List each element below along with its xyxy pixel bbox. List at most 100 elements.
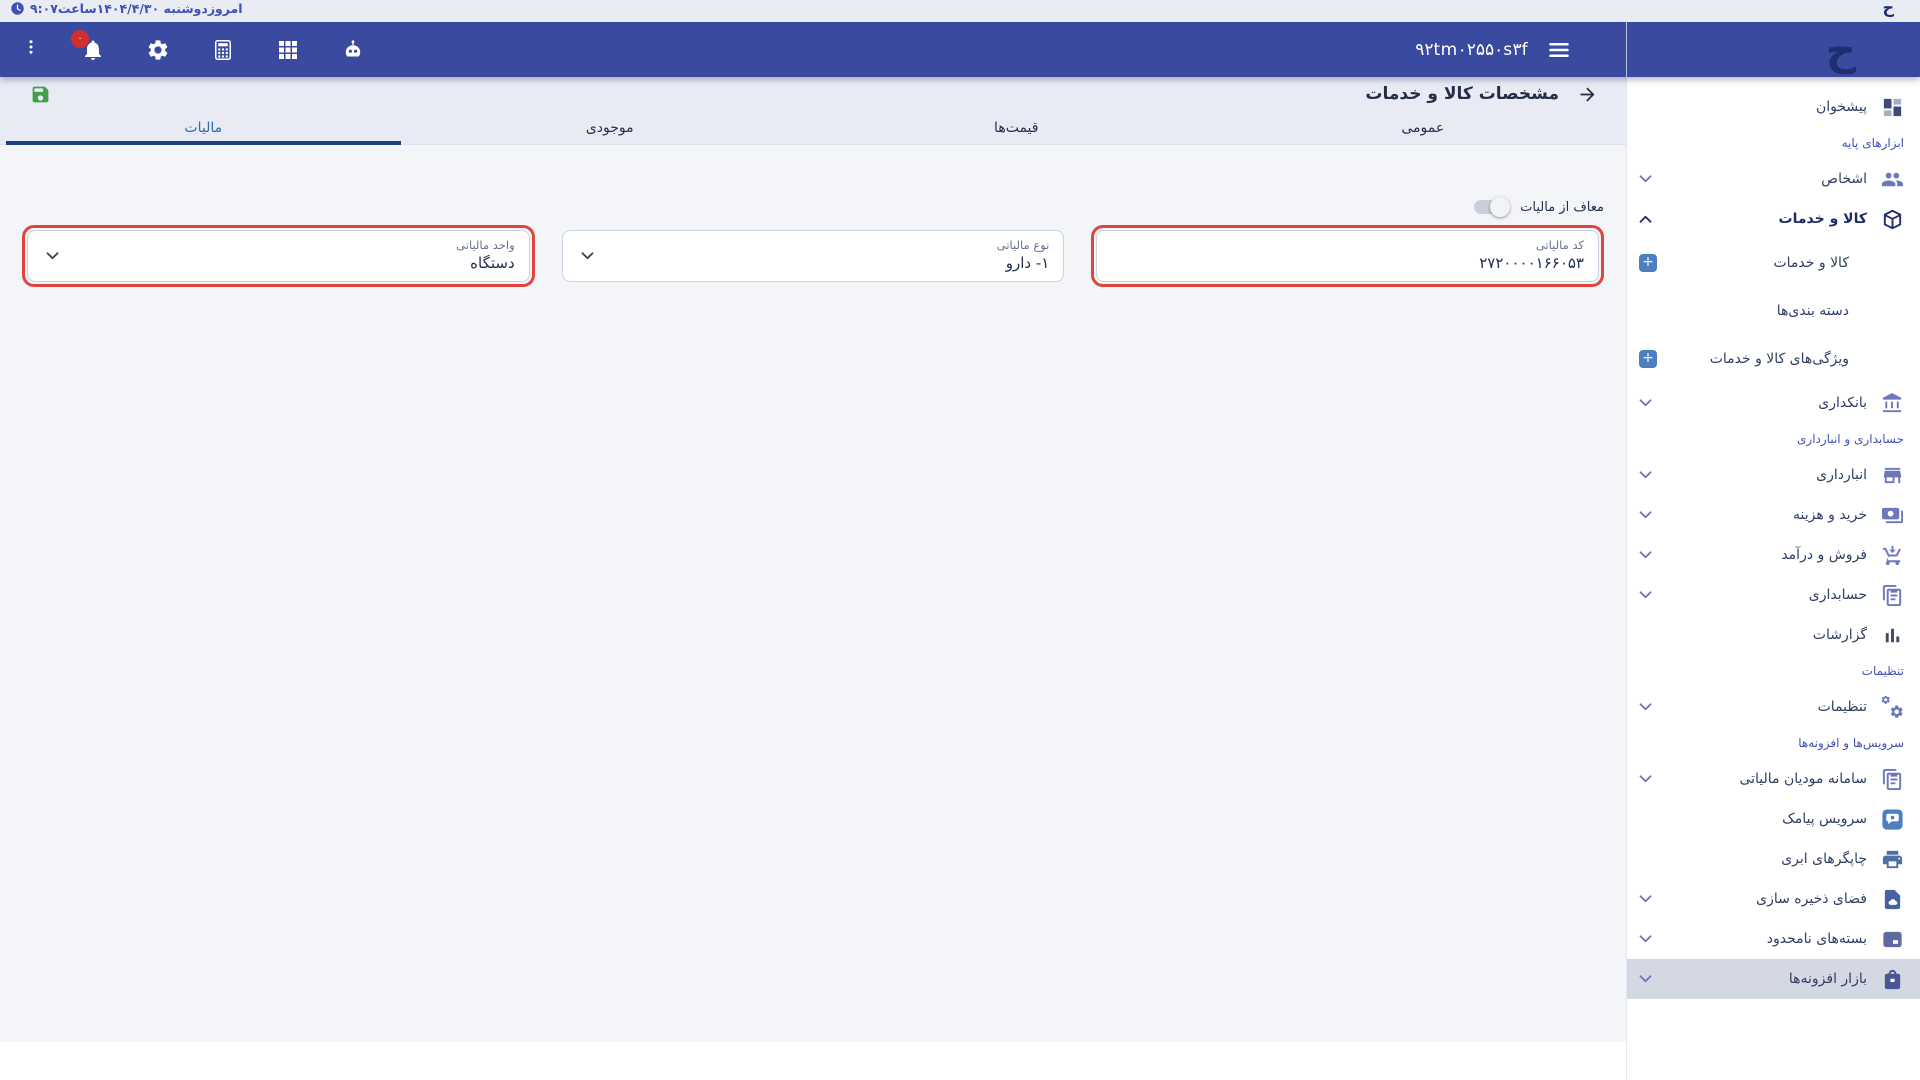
sms-icon [1881, 808, 1904, 831]
field-value: دستگاه [42, 254, 515, 272]
cart-icon [1881, 544, 1904, 567]
sidebar-item[interactable]: اشخاص [1627, 159, 1920, 199]
sidebar-item[interactable]: بازار افزونه‌ها [1627, 959, 1920, 999]
sidebar-item[interactable]: بسته‌های نامحدود [1627, 919, 1920, 959]
sidebar-item[interactable]: سرویس پیامک [1627, 799, 1920, 839]
quick-add-button[interactable]: + [1639, 350, 1657, 368]
quick-add-button[interactable]: + [1639, 254, 1657, 272]
settings-gear-icon[interactable] [146, 38, 170, 62]
bar-chart-icon [1881, 624, 1904, 647]
tax-tab-panel: معاف از مالیات کد مالیاتی۲۷۲۰۰۰۰۱۶۶۰۵۳نو… [0, 145, 1626, 1042]
date-text: امروزدوشنبه ۱۴۰۴/۴/۳۰ساعت۹:۰۷ [30, 1, 243, 16]
sidebar-subitem-label: کالا و خدمات [1773, 255, 1849, 271]
select-field-1[interactable]: نوع مالیاتی ۱- دارو [562, 230, 1065, 282]
sidebar-item[interactable]: کالا و خدمات [1627, 199, 1920, 239]
sidebar-item-label: سرویس پیامک [1782, 811, 1867, 827]
sidebar-item-label: بسته‌های نامحدود [1767, 931, 1867, 947]
sidebar-brand-header: ح [1626, 22, 1920, 77]
sidebar-subitem[interactable]: دسته بندی‌ها [1627, 287, 1920, 335]
sidebar-item[interactable]: فضای ذخیره سازی [1627, 879, 1920, 919]
toggle-knob [1490, 197, 1510, 217]
field-label: کد مالیاتی [1111, 238, 1584, 252]
save-button[interactable] [30, 84, 51, 105]
status-strip: امروزدوشنبه ۱۴۰۴/۴/۳۰ساعت۹:۰۷ ح [0, 0, 1920, 22]
field-value: ۱- دارو [577, 254, 1050, 272]
sidebar-section-label: حسابداری و انبارداری [1627, 423, 1920, 455]
chevron-up-icon[interactable] [1639, 215, 1652, 223]
hamburger-menu-icon[interactable] [1546, 37, 1572, 63]
sidebar-item-label: انبارداری [1816, 467, 1867, 483]
footer-band [0, 1042, 1626, 1080]
chevron-down-icon[interactable] [1639, 551, 1652, 559]
cloud-storage-icon [1881, 888, 1904, 911]
field-label: نوع مالیاتی [577, 238, 1050, 252]
top-navbar: ح ۹۲tm۰۲۵۵۰s۳f ۰ [0, 22, 1920, 77]
notifications-bell-icon[interactable]: ۰ [81, 38, 105, 62]
tax-fields-row: کد مالیاتی۲۷۲۰۰۰۰۱۶۶۰۵۳ نوع مالیاتی ۱- دار… [16, 225, 1610, 287]
chevron-down-icon[interactable] [1639, 775, 1652, 783]
field-label: واحد مالیاتی [42, 238, 515, 252]
tax-docs-icon [1881, 768, 1904, 791]
text-field-0[interactable]: کد مالیاتی۲۷۲۰۰۰۰۱۶۶۰۵۳ [1096, 230, 1599, 282]
chevron-down-icon [46, 252, 59, 260]
clock-icon [10, 1, 25, 16]
kebab-menu-icon[interactable] [22, 38, 40, 62]
sidebar-item[interactable]: سامانه مودیان مالیاتی [1627, 759, 1920, 799]
select-field-2[interactable]: واحد مالیاتی دستگاه [27, 230, 530, 282]
sidebar-section-label: تنظیمات [1627, 655, 1920, 687]
main-content: مشخصات کالا و خدمات عمومیقیمت‌هاموجودی ما… [0, 77, 1626, 1080]
sidebar-item[interactable]: خرید و هزینه [1627, 495, 1920, 535]
tab-2[interactable]: موجودی [407, 111, 814, 144]
chevron-down-icon[interactable] [1639, 975, 1652, 983]
sidebar-item[interactable]: گزارشات [1627, 615, 1920, 655]
sidebar-item[interactable]: چاپگرهای ابری [1627, 839, 1920, 879]
chevron-down-icon[interactable] [1639, 935, 1652, 943]
store-icon [1881, 464, 1904, 487]
payments-icon [1881, 504, 1904, 527]
sidebar-item[interactable]: انبارداری [1627, 455, 1920, 495]
field-wrap: نوع مالیاتی ۱- دارو [557, 225, 1070, 287]
sidebar-item-label: پیشخوان [1816, 99, 1867, 115]
apps-grid-icon[interactable] [276, 38, 300, 62]
sidebar-item-label: خرید و هزینه [1793, 507, 1867, 523]
chevron-down-icon [581, 252, 594, 260]
content-header: مشخصات کالا و خدمات [0, 77, 1626, 111]
marketplace-icon [1881, 968, 1904, 991]
chevron-down-icon[interactable] [1639, 511, 1652, 519]
sidebar-item-label: تنظیمات [1818, 699, 1867, 715]
cube-icon [1881, 208, 1904, 231]
highlight-ring: کد مالیاتی۲۷۲۰۰۰۰۱۶۶۰۵۳ [1091, 225, 1604, 287]
back-arrow-icon[interactable] [1577, 84, 1598, 105]
page-title: مشخصات کالا و خدمات [1365, 84, 1559, 104]
sidebar-subitem[interactable]: کالا و خدمات + [1627, 239, 1920, 287]
chevron-down-icon[interactable] [1639, 399, 1652, 407]
sidebar-section-label: سرویس‌ها و افزونه‌ها [1627, 727, 1920, 759]
navbar-main: ۹۲tm۰۲۵۵۰s۳f ۰ [0, 22, 1626, 77]
sidebar-item-label: چاپگرهای ابری [1781, 851, 1867, 867]
calculator-icon[interactable] [211, 38, 235, 62]
sidebar-item-label: بانکداری [1818, 395, 1867, 411]
sidebar-item[interactable]: پیشخوان [1627, 87, 1920, 127]
people-icon [1881, 168, 1904, 191]
exempt-toggle-switch[interactable] [1472, 197, 1510, 217]
tab-1[interactable]: قیمت‌ها [813, 111, 1220, 144]
tab-label: مالیات [184, 120, 222, 136]
chevron-down-icon[interactable] [1639, 591, 1652, 599]
chevron-down-icon[interactable] [1639, 895, 1652, 903]
sidebar-item[interactable]: فروش و درآمد [1627, 535, 1920, 575]
sidebar-item[interactable]: تنظیمات [1627, 687, 1920, 727]
chevron-down-icon[interactable] [1639, 175, 1652, 183]
sidebar-item[interactable]: بانکداری [1627, 383, 1920, 423]
tab-3[interactable]: مالیات [0, 111, 407, 144]
tab-0[interactable]: عمومی [1220, 111, 1627, 144]
brand-logo: ح [1826, 22, 1856, 77]
bank-icon [1881, 392, 1904, 415]
gears-icon [1881, 696, 1904, 719]
sidebar-subitem[interactable]: ویژگی‌های کالا و خدمات+ [1627, 335, 1920, 383]
sidebar-item-label: فروش و درآمد [1781, 547, 1867, 563]
sidebar-item[interactable]: حسابداری [1627, 575, 1920, 615]
chevron-down-icon[interactable] [1639, 703, 1652, 711]
sidebar-item-label: حسابداری [1809, 587, 1867, 603]
assistant-robot-icon[interactable] [341, 38, 365, 62]
chevron-down-icon[interactable] [1639, 471, 1652, 479]
